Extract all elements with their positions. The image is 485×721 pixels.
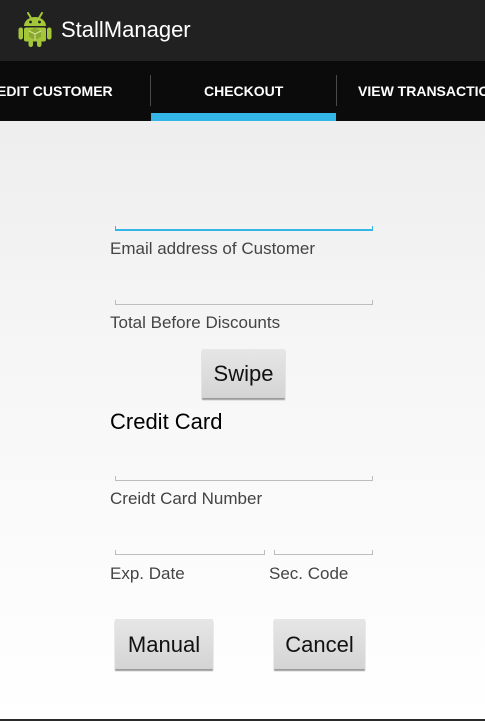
app-title: StallManager	[61, 17, 191, 42]
exp-date-label: Exp. Date	[110, 564, 185, 583]
sec-code-field[interactable]	[274, 548, 373, 555]
checkout-form	[0, 121, 485, 719]
tab-label: VIEW TRANSACTIO	[358, 83, 485, 99]
cancel-button[interactable]: Cancel	[274, 619, 365, 669]
exp-date-field[interactable]	[115, 548, 265, 555]
sec-code-label: Sec. Code	[269, 564, 349, 583]
tab-label: EDIT CUSTOMER	[0, 83, 113, 99]
tab-view-transactions[interactable]: VIEW TRANSACTIO	[337, 61, 485, 121]
selected-tab-indicator	[151, 113, 336, 121]
email-field[interactable]	[115, 224, 373, 231]
tab-edit-customer[interactable]: EDIT CUSTOMER	[0, 61, 150, 121]
total-field[interactable]	[115, 298, 373, 305]
card-number-field[interactable]	[115, 474, 373, 481]
android-robot-icon[interactable]	[18, 12, 52, 48]
manual-button[interactable]: Manual	[115, 619, 213, 669]
tab-bar: EDIT CUSTOMER CHECKOUT VIEW TRANSACTIO	[0, 61, 485, 121]
card-number-label: Creidt Card Number	[110, 489, 263, 508]
email-field-label: Email address of Customer	[110, 239, 316, 258]
tab-checkout[interactable]: CHECKOUT	[151, 61, 336, 121]
credit-card-heading: Credit Card	[110, 409, 223, 434]
action-bar: StallManager	[0, 0, 485, 61]
swipe-button[interactable]: Swipe	[202, 349, 285, 398]
tab-label: CHECKOUT	[204, 83, 284, 99]
total-field-label: Total Before Discounts	[110, 313, 281, 332]
